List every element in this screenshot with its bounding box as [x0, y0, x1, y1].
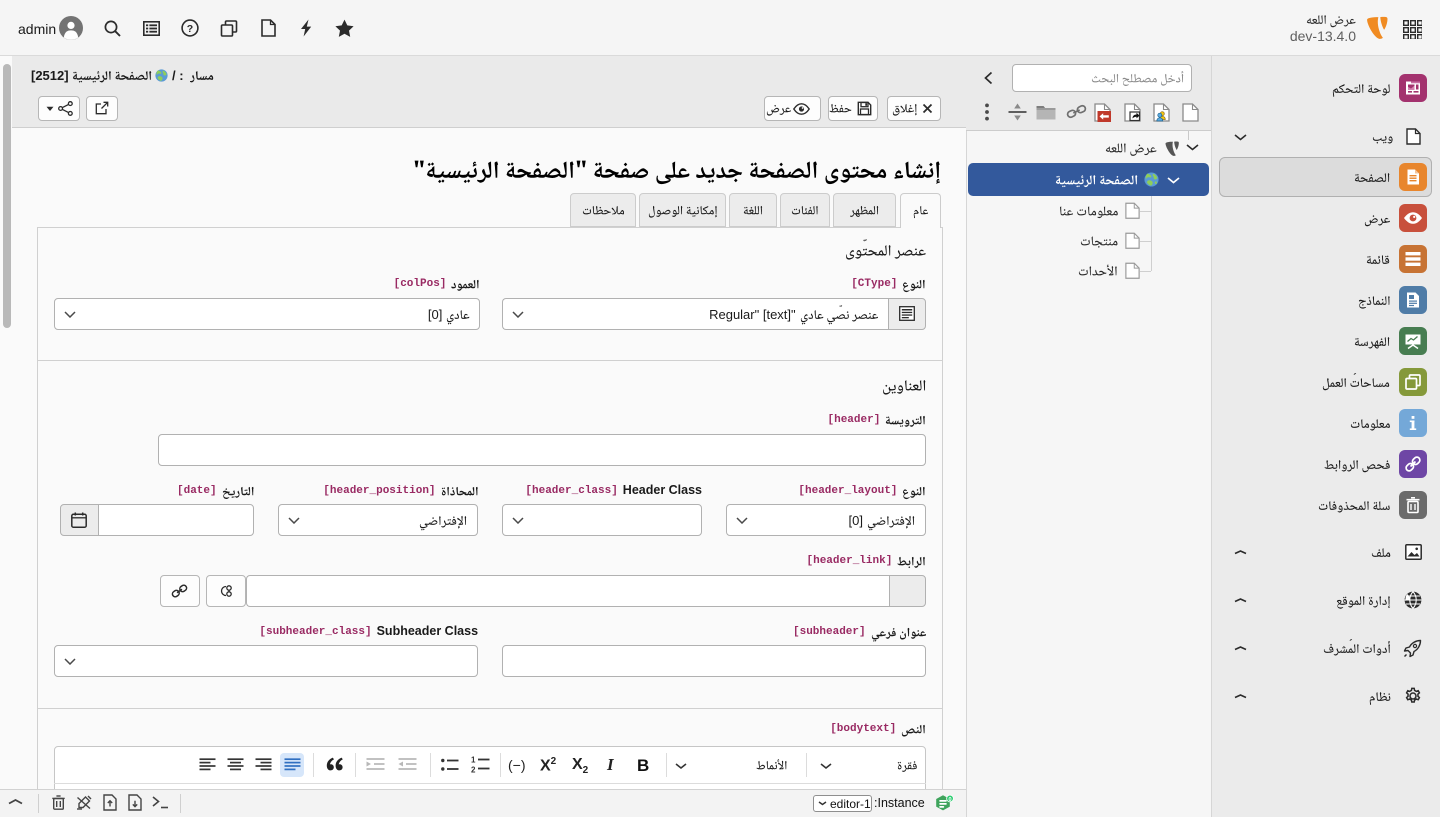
- svg-text:0: 0: [948, 797, 951, 803]
- svg-text:?: ?: [187, 23, 193, 35]
- svg-text:1: 1: [471, 756, 476, 765]
- svg-text:2: 2: [471, 766, 476, 774]
